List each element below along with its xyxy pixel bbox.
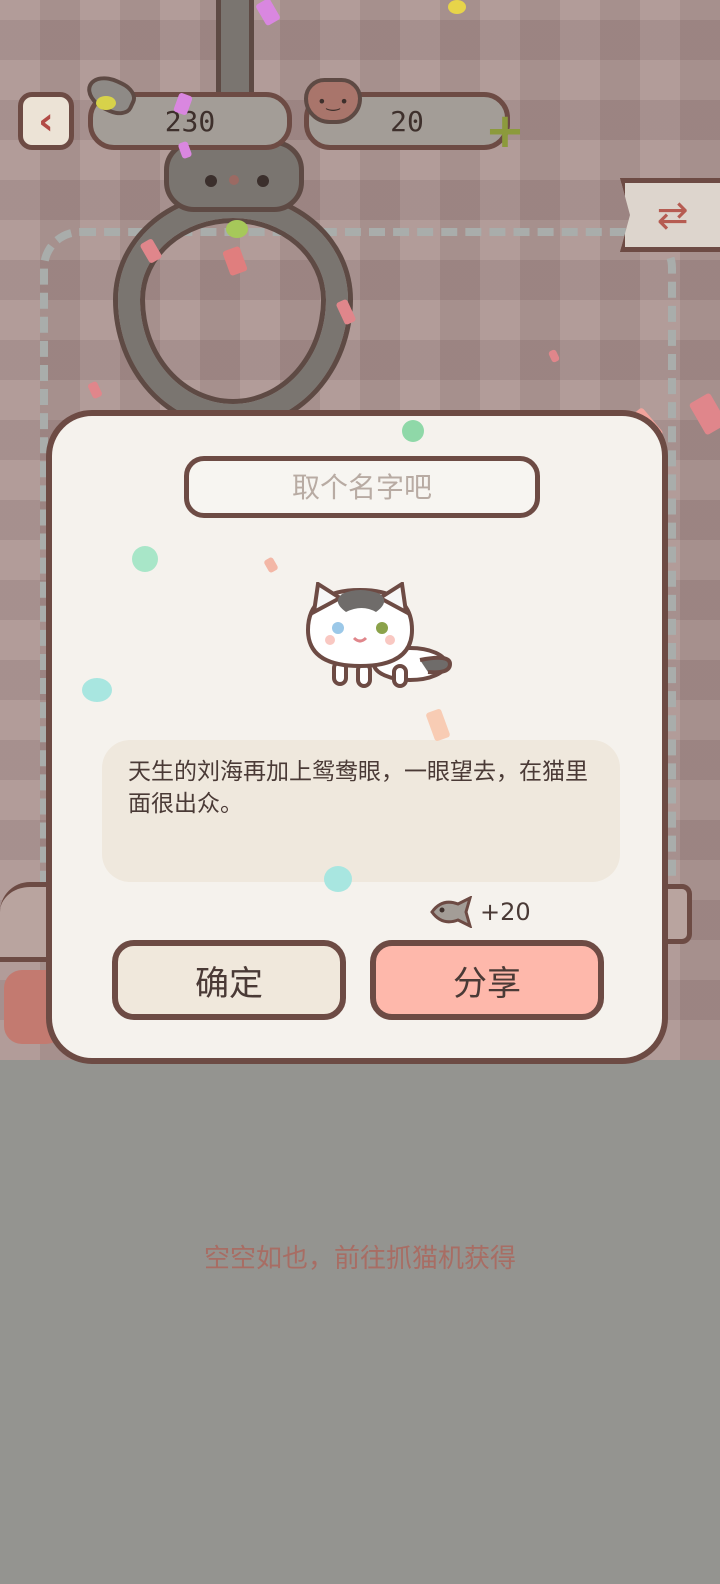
confirm-label: 确定 — [195, 963, 263, 1004]
heart-count: 20 — [390, 104, 424, 138]
plus-icon[interactable]: + — [484, 107, 526, 155]
confetti — [263, 556, 279, 574]
fish-count: 230 — [164, 104, 216, 138]
reward-amount: +20 — [480, 898, 531, 926]
claw-eye — [257, 175, 269, 187]
cat-naming-dialog: 天生的刘海再加上鸳鸯眼，一眼望去，在猫里面很出众。 +20 确定 分享 — [46, 410, 668, 1064]
claw-nose — [229, 175, 239, 185]
fish-icon — [430, 896, 473, 928]
cat-name-input[interactable] — [184, 456, 540, 518]
reward-indicator: +20 — [428, 892, 531, 932]
cat-description: 天生的刘海再加上鸳鸯眼，一眼望去，在猫里面很出众。 — [102, 740, 620, 882]
share-label: 分享 — [453, 963, 521, 1004]
confetti — [82, 678, 112, 702]
refresh-icon: ⇄ — [656, 193, 689, 237]
heart-icon: •‿• — [304, 78, 362, 124]
confetti — [96, 96, 116, 110]
confirm-button[interactable]: 确定 — [112, 940, 346, 1020]
confetti — [425, 708, 451, 742]
empty-state-message: 空空如也，前往抓猫机获得 — [203, 1244, 516, 1274]
confetti — [402, 420, 424, 442]
refresh-button[interactable]: ⇄ — [620, 178, 720, 252]
confetti — [226, 220, 248, 238]
back-button[interactable]: ‹ — [18, 92, 74, 150]
claw-eye — [205, 175, 217, 187]
back-arrow-icon: ‹ — [38, 99, 54, 143]
cat-icon — [305, 582, 453, 688]
confetti — [448, 0, 466, 14]
confetti — [324, 866, 352, 892]
confetti — [132, 546, 158, 572]
share-button[interactable]: 分享 — [370, 940, 604, 1020]
